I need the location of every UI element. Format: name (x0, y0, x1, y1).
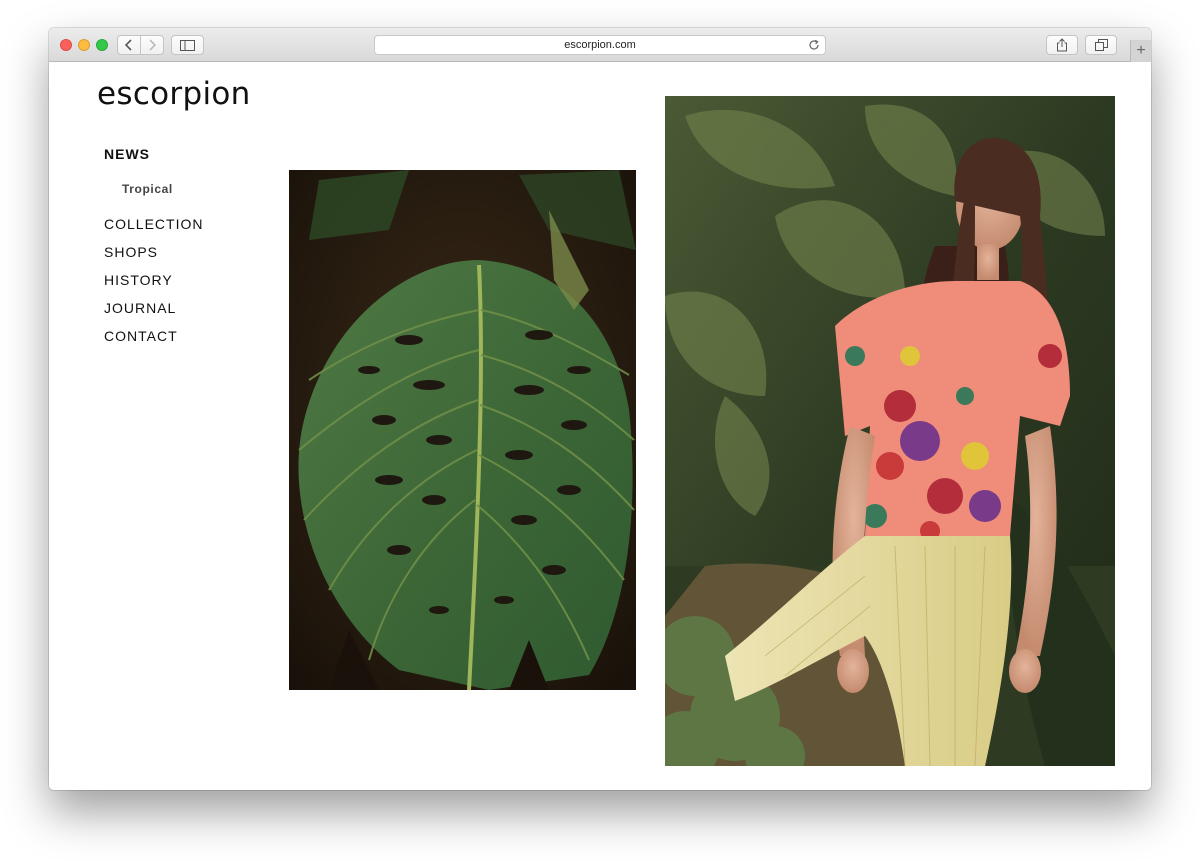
nav-item-shops[interactable]: SHOPS (104, 244, 158, 260)
show-tabs-button[interactable] (1085, 35, 1117, 55)
nav-item-journal[interactable]: JOURNAL (104, 300, 176, 316)
page-content: escorpion NEWS Tropical COLLECTION SHOPS… (49, 62, 1151, 790)
model-photo[interactable] (665, 96, 1115, 766)
browser-window: escorpion.com + escorpion NEWS Tropical … (49, 28, 1151, 790)
sidebar-icon (180, 39, 195, 51)
monstera-leaf-photo[interactable] (289, 170, 636, 690)
chevron-right-icon (149, 39, 157, 51)
sidebar-toggle-button[interactable] (171, 35, 204, 55)
nav-item-news[interactable]: NEWS (104, 146, 150, 162)
chevron-left-icon (124, 39, 132, 51)
url-text: escorpion.com (564, 39, 636, 51)
nav-item-history[interactable]: HISTORY (104, 272, 173, 288)
tabs-icon (1094, 39, 1108, 51)
close-window-button[interactable] (60, 39, 72, 51)
reload-icon[interactable] (808, 39, 820, 51)
back-button[interactable] (117, 35, 141, 55)
plus-icon: + (1136, 42, 1146, 59)
address-bar[interactable]: escorpion.com (374, 35, 826, 55)
browser-toolbar: escorpion.com + (49, 28, 1151, 62)
share-icon (1057, 38, 1067, 52)
new-tab-button[interactable]: + (1130, 40, 1151, 62)
forward-button[interactable] (140, 35, 164, 55)
nav-item-contact[interactable]: CONTACT (104, 328, 178, 344)
site-logo[interactable]: escorpion (97, 76, 251, 112)
nav-item-collection[interactable]: COLLECTION (104, 216, 203, 232)
share-button[interactable] (1046, 35, 1078, 55)
nav-subitem-tropical[interactable]: Tropical (122, 182, 173, 196)
minimize-window-button[interactable] (78, 39, 90, 51)
zoom-window-button[interactable] (96, 39, 108, 51)
